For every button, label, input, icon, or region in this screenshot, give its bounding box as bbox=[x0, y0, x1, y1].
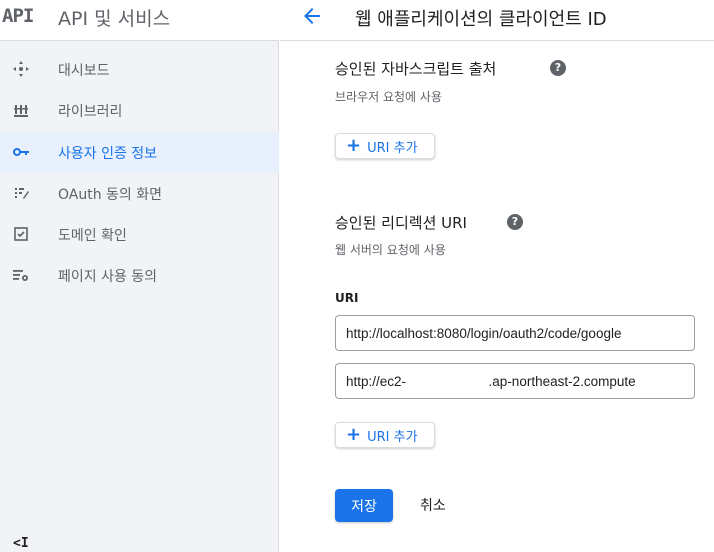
redirect-uris-subtitle: 웹 서버의 요청에 사용 bbox=[335, 243, 446, 257]
plus-icon: + bbox=[346, 135, 362, 156]
sidebar-item-library[interactable]: 라이브러리 bbox=[0, 90, 279, 131]
uri-field-label: URI bbox=[335, 291, 359, 305]
key-icon bbox=[12, 143, 30, 161]
add-js-origin-uri-button[interactable]: + URI 추가 bbox=[335, 133, 435, 159]
sidebar-item-credentials[interactable]: 사용자 인증 정보 bbox=[0, 132, 279, 173]
domain-check-icon bbox=[12, 225, 30, 243]
sidebar-item-label: OAuth 동의 화면 bbox=[58, 187, 163, 203]
sidebar-item-label: 라이브러리 bbox=[58, 104, 123, 120]
add-uri-label: URI 추가 bbox=[367, 140, 418, 156]
sidebar-item-label: 도메인 확인 bbox=[58, 228, 127, 244]
js-origins-subtitle: 브라우저 요청에 사용 bbox=[335, 90, 442, 104]
dashboard-icon bbox=[12, 60, 30, 78]
redirect-uri-input-1[interactable] bbox=[335, 315, 695, 351]
app-window: API API 및 서비스 대시보드 라이브러리 사용자 인증 정보 OAuth… bbox=[0, 0, 714, 552]
library-icon bbox=[12, 101, 30, 119]
sidebar: API API 및 서비스 대시보드 라이브러리 사용자 인증 정보 OAuth… bbox=[0, 0, 279, 552]
sidebar-item-dashboard[interactable]: 대시보드 bbox=[0, 49, 279, 90]
oauth-consent-icon bbox=[12, 184, 30, 202]
cancel-button[interactable]: 취소 bbox=[420, 495, 446, 515]
js-origins-title: 승인된 자바스크립트 출처 bbox=[335, 60, 497, 78]
add-uri-label: URI 추가 bbox=[367, 429, 418, 445]
sidebar-item-label: 사용자 인증 정보 bbox=[58, 146, 158, 162]
main-header: 웹 애플리케이션의 클라이언트 ID bbox=[280, 0, 714, 41]
page-usage-icon bbox=[12, 266, 30, 284]
sidebar-item-label: 페이지 사용 동의 bbox=[58, 269, 158, 285]
sidebar-item-oauth-consent[interactable]: OAuth 동의 화면 bbox=[0, 173, 279, 214]
sidebar-item-label: 대시보드 bbox=[58, 63, 110, 79]
sidebar-header: API API 및 서비스 bbox=[0, 0, 279, 41]
sidebar-item-page-usage[interactable]: 페이지 사용 동의 bbox=[0, 255, 279, 296]
product-title: API 및 서비스 bbox=[58, 8, 171, 30]
redirect-uris-title: 승인된 리디렉션 URI bbox=[335, 214, 467, 232]
help-icon[interactable]: ? bbox=[550, 60, 566, 76]
help-icon[interactable]: ? bbox=[507, 214, 523, 230]
redirect-uri-input-2[interactable] bbox=[335, 363, 695, 399]
collapse-sidebar-icon[interactable]: <I bbox=[13, 536, 29, 551]
page-title: 웹 애플리케이션의 클라이언트 ID bbox=[355, 9, 607, 30]
api-logo: API bbox=[2, 5, 34, 27]
sidebar-item-domain-verification[interactable]: 도메인 확인 bbox=[0, 214, 279, 255]
main-content: 웹 애플리케이션의 클라이언트 ID 승인된 자바스크립트 출처 ? 브라우저 … bbox=[280, 0, 714, 552]
back-arrow-icon[interactable] bbox=[300, 4, 324, 28]
add-redirect-uri-button[interactable]: + URI 추가 bbox=[335, 422, 435, 448]
plus-icon: + bbox=[346, 424, 362, 445]
save-button[interactable]: 저장 bbox=[335, 489, 393, 522]
